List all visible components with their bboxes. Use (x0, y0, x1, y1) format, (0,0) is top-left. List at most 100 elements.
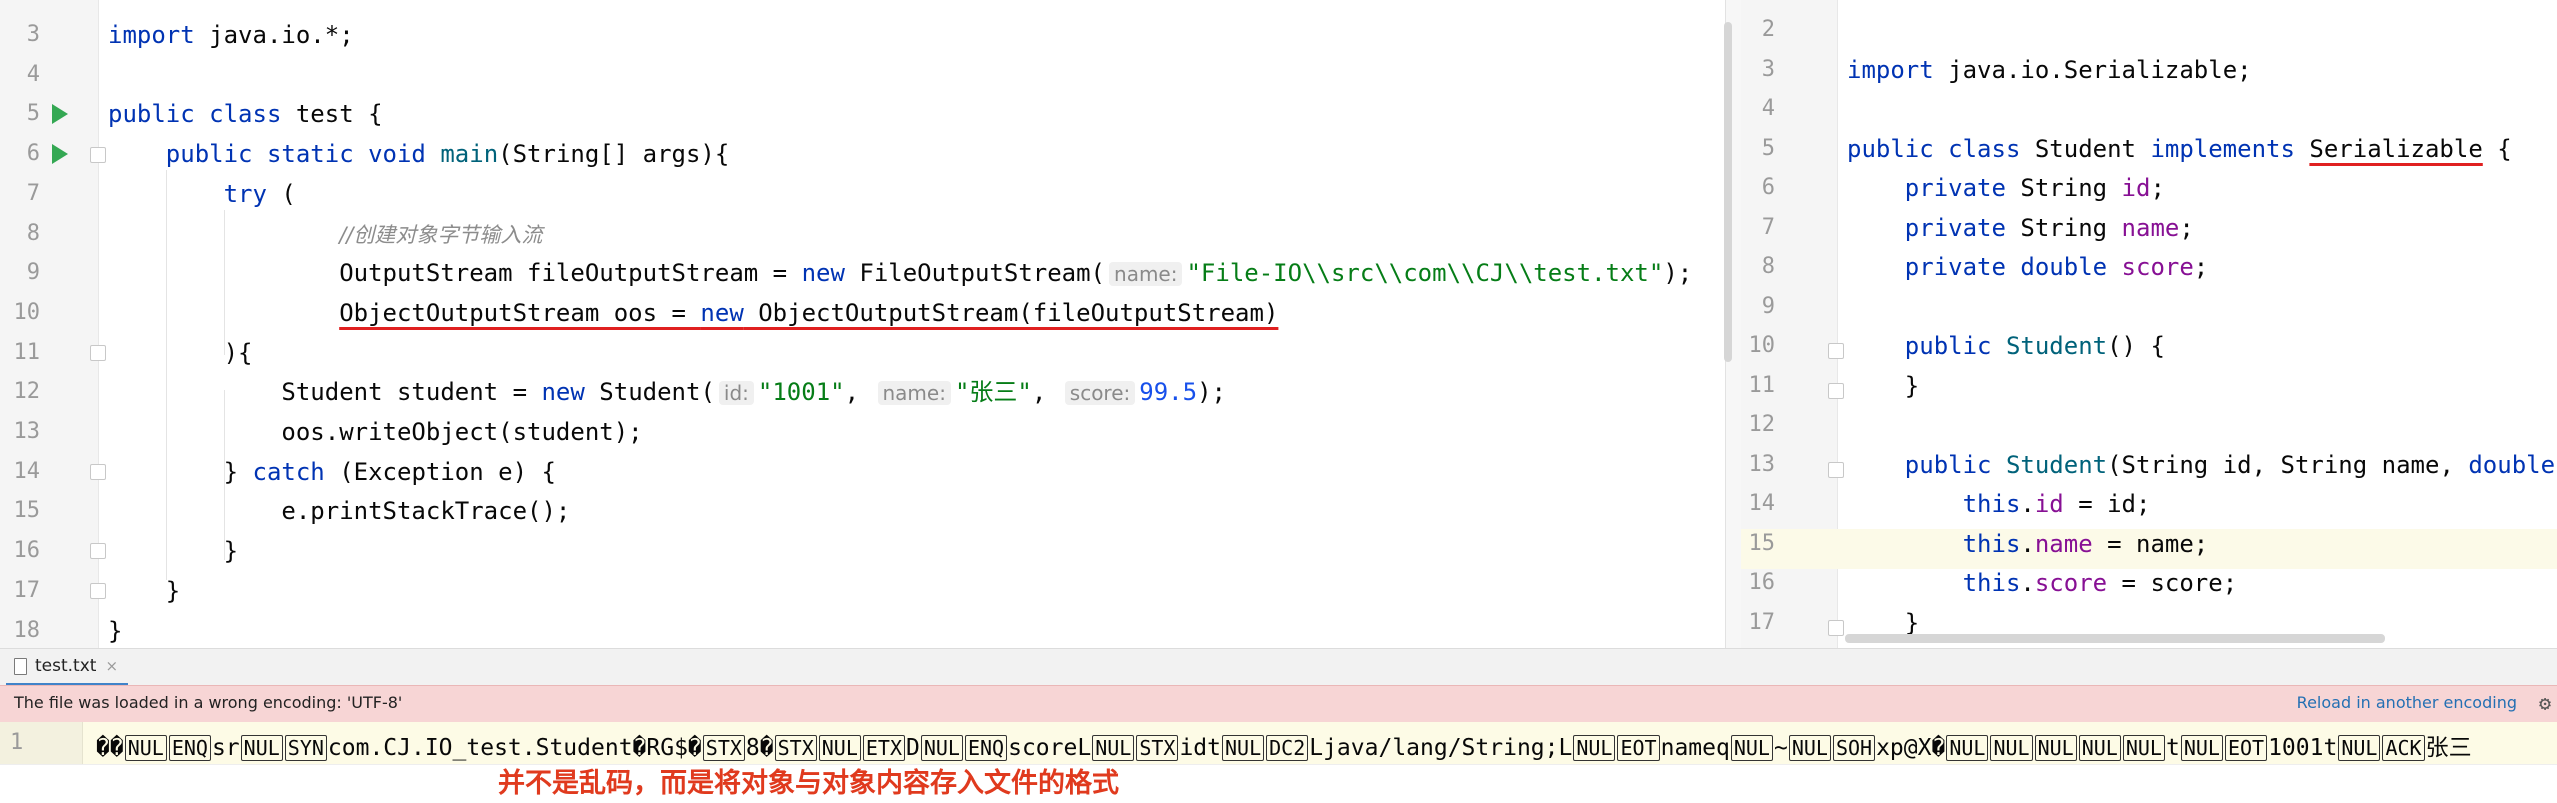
code-token: e.printStackTrace(); (108, 497, 571, 526)
file-text: 张三 (2425, 735, 2472, 761)
line-number: 8 (26, 220, 40, 246)
line-number: 15 (13, 498, 41, 524)
code-line[interactable]: ){ (108, 338, 253, 368)
left-scrollbar-thumb[interactable] (1724, 22, 1732, 362)
run-class-icon[interactable] (52, 104, 68, 124)
fold-icon[interactable] (90, 147, 106, 163)
code-line[interactable]: e.printStackTrace(); (108, 496, 570, 526)
code-line[interactable]: public Student() { (1847, 331, 2165, 361)
line-number: 13 (1748, 451, 1776, 477)
file-text: 1001t (2268, 735, 2338, 761)
code-token: Student( (584, 378, 715, 407)
param-hint: id: (718, 381, 754, 406)
control-char: NUL (1788, 735, 1831, 761)
serialized-file-content[interactable]: �� NUL ENQ sr NUL SYN com.CJ.IO_test.Student�R… (96, 728, 2472, 762)
line-number: 6 (26, 141, 40, 167)
file-text: sr (211, 735, 240, 761)
fold-icon[interactable] (1828, 462, 1844, 478)
code-token: = score; (2107, 569, 2238, 597)
code-line[interactable]: this.id = id; (1847, 489, 2151, 519)
code-line[interactable]: public class Student implements Serializ… (1847, 134, 2512, 164)
code-line[interactable]: } (1847, 371, 1919, 401)
control-char: SYN (284, 735, 327, 761)
code-line[interactable]: oos.writeObject(student); (108, 417, 642, 447)
code-line[interactable]: Student student = new Student(id: "1001",… (108, 377, 1226, 408)
line-number: 7 (26, 180, 40, 206)
param-hint: name: (877, 381, 951, 406)
code-line[interactable]: private String name; (1847, 213, 2194, 243)
code-line[interactable]: public class test { (108, 99, 383, 129)
encoding-warning-bar: The file was loaded in a wrong encoding:… (0, 685, 2557, 723)
right-editor-pane[interactable]: import java.io.Serializable; public class… (1741, 0, 2557, 648)
code-token: . (2020, 490, 2035, 518)
right-horizontal-scrollbar[interactable] (1845, 634, 2385, 643)
file-content-editor[interactable]: 1 �� NUL ENQ sr NUL SYN com.CJ.IO_test.Student… (0, 722, 2557, 765)
code-token: ; (2179, 213, 2194, 242)
code-token: Student (2005, 332, 2108, 360)
control-char: NUL (1221, 735, 1265, 761)
line-number: 18 (13, 617, 41, 643)
fold-icon[interactable] (1828, 620, 1844, 636)
control-char: NUL (2338, 735, 2381, 761)
fold-icon[interactable] (1828, 343, 1844, 359)
code-token: ObjectOutputStream(fileOutputStream) (743, 298, 1279, 327)
code-token: } (1847, 608, 1920, 637)
line-number: 4 (26, 61, 40, 87)
fold-icon[interactable] (1828, 383, 1844, 399)
code-line[interactable]: ObjectOutputStream oos = new ObjectOutpu… (108, 298, 1278, 328)
file-text: ~ (1773, 735, 1788, 761)
line-number: 12 (1748, 412, 1776, 437)
code-token: test { (281, 100, 383, 129)
code-token: new (700, 298, 744, 327)
code-line[interactable]: public Student(String id, String name, d… (1847, 450, 2555, 480)
reload-encoding-link[interactable]: Reload in another encoding (2297, 693, 2517, 712)
code-token: public (108, 100, 195, 129)
code-token: FileOutputStream( (844, 259, 1106, 288)
code-token: ; (2193, 253, 2209, 281)
fold-icon[interactable] (90, 345, 106, 361)
line-number: 3 (26, 22, 40, 47)
close-icon[interactable]: × (105, 657, 118, 675)
code-line[interactable]: //创建对象字节输入流 (108, 219, 542, 250)
code-line[interactable]: OutputStream fileOutputStream = new File… (108, 258, 1692, 289)
code-token: this (1962, 529, 2021, 558)
code-line[interactable]: public static void main(String[] args){ (108, 139, 730, 169)
code-line[interactable]: } catch (Exception e) { (108, 457, 556, 487)
code-token: public static void (165, 140, 426, 169)
file-text: 8� (745, 735, 774, 761)
tab-test-txt[interactable]: test.txt × (6, 649, 129, 686)
code-line[interactable]: } (1847, 608, 1919, 638)
line-number: 9 (26, 260, 40, 286)
code-line[interactable]: import java.io.Serializable; (1847, 55, 2252, 85)
gear-icon[interactable]: ⚙ (2539, 691, 2551, 715)
code-line[interactable]: this.name = name; (1847, 529, 2209, 559)
code-token: ObjectOutputStream oos = (339, 298, 701, 327)
code-token: OutputStream fileOutputStream = (108, 259, 802, 288)
code-line[interactable]: import java.io.*; (108, 20, 354, 50)
left-editor-pane[interactable]: import java.io.*; public class test { pub… (0, 0, 1725, 648)
fold-icon[interactable] (90, 464, 106, 480)
code-token: Serializable (2309, 134, 2483, 163)
code-line[interactable]: private String id; (1847, 173, 2165, 203)
code-token: score (2034, 569, 2108, 597)
code-line[interactable]: this.score = score; (1847, 568, 2238, 598)
code-token: id (2034, 490, 2064, 518)
code-line[interactable]: try ( (108, 179, 296, 209)
fold-icon[interactable] (90, 543, 106, 559)
fold-icon[interactable] (90, 583, 106, 599)
code-token: score (2121, 253, 2194, 281)
code-line[interactable]: } (108, 536, 238, 566)
code-line[interactable]: } (108, 616, 122, 646)
control-char: NUL (1990, 735, 2033, 761)
code-token: } (108, 616, 123, 645)
code-token: try (223, 179, 267, 208)
code-line[interactable]: private double score; (1847, 252, 2208, 282)
run-main-icon[interactable] (52, 144, 68, 164)
code-token: import (108, 21, 195, 49)
code-line[interactable]: } (108, 576, 180, 606)
code-token: private (1904, 174, 2006, 202)
